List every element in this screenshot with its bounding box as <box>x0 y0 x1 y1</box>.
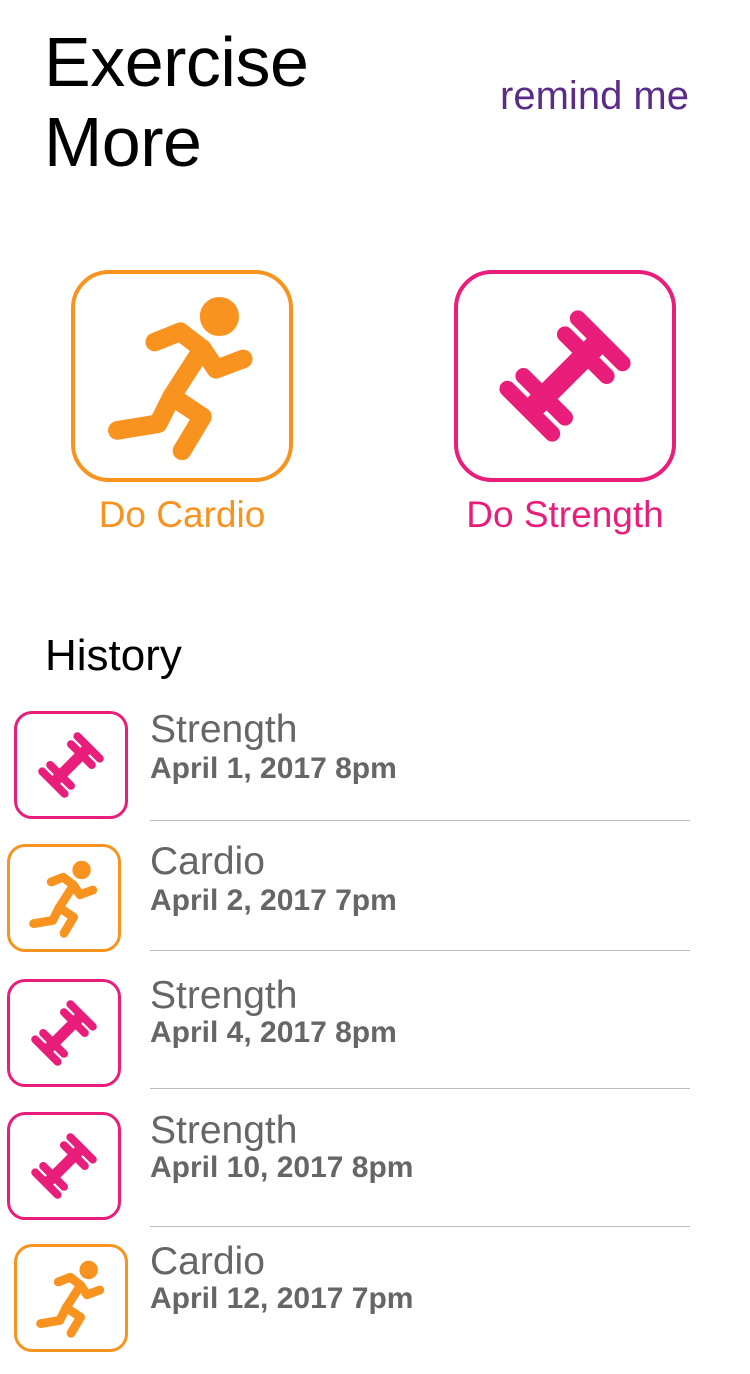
do-cardio-button[interactable]: Do Cardio <box>62 270 302 538</box>
page-title-line-2: More <box>44 103 202 181</box>
history-item[interactable]: Cardio April 12, 2017 7pm <box>0 1240 750 1374</box>
do-cardio-label: Do Cardio <box>98 494 266 535</box>
running-person-icon <box>97 291 267 461</box>
history-item-date: April 10, 2017 8pm <box>150 1151 414 1184</box>
history-item-thumb <box>14 1244 128 1352</box>
history-item[interactable]: Strength April 1, 2017 8pm <box>0 708 750 842</box>
history-item-type: Strength <box>150 1109 298 1152</box>
do-strength-label: Do Strength <box>466 494 664 535</box>
running-person-icon <box>24 858 104 938</box>
history-item[interactable]: Strength April 10, 2017 8pm <box>0 1109 750 1243</box>
do-cardio-tile[interactable] <box>71 270 293 482</box>
history-item-date: April 1, 2017 8pm <box>150 752 397 785</box>
history-item-date: April 4, 2017 8pm <box>150 1016 397 1049</box>
history-item-thumb <box>7 979 121 1087</box>
page-title: Exercise More <box>44 22 309 182</box>
divider <box>150 1088 690 1089</box>
do-strength-tile[interactable] <box>454 270 676 482</box>
divider <box>150 950 690 951</box>
divider <box>150 1226 690 1227</box>
history-item[interactable]: Cardio April 2, 2017 7pm <box>0 840 750 974</box>
dumbbell-icon <box>24 1126 104 1206</box>
history-item-date: April 2, 2017 7pm <box>150 884 397 917</box>
running-person-icon <box>31 1258 111 1338</box>
history-item[interactable]: Strength April 4, 2017 8pm <box>0 974 750 1108</box>
history-item-type: Strength <box>150 708 298 751</box>
history-item-thumb <box>7 1112 121 1220</box>
history-item-type: Strength <box>150 974 298 1017</box>
remind-me-button[interactable]: remind me <box>500 72 689 120</box>
history-item-type: Cardio <box>150 1240 265 1283</box>
page-title-line-1: Exercise <box>44 23 309 101</box>
dumbbell-icon <box>485 296 645 456</box>
history-item-date: April 12, 2017 7pm <box>150 1282 414 1315</box>
history-item-thumb <box>14 711 128 819</box>
history-item-type: Cardio <box>150 840 265 883</box>
dumbbell-icon <box>31 725 111 805</box>
history-item-thumb <box>7 844 121 952</box>
dumbbell-icon <box>24 993 104 1073</box>
do-strength-button[interactable]: Do Strength <box>445 270 685 538</box>
divider <box>150 820 690 821</box>
history-heading: History <box>45 631 182 680</box>
